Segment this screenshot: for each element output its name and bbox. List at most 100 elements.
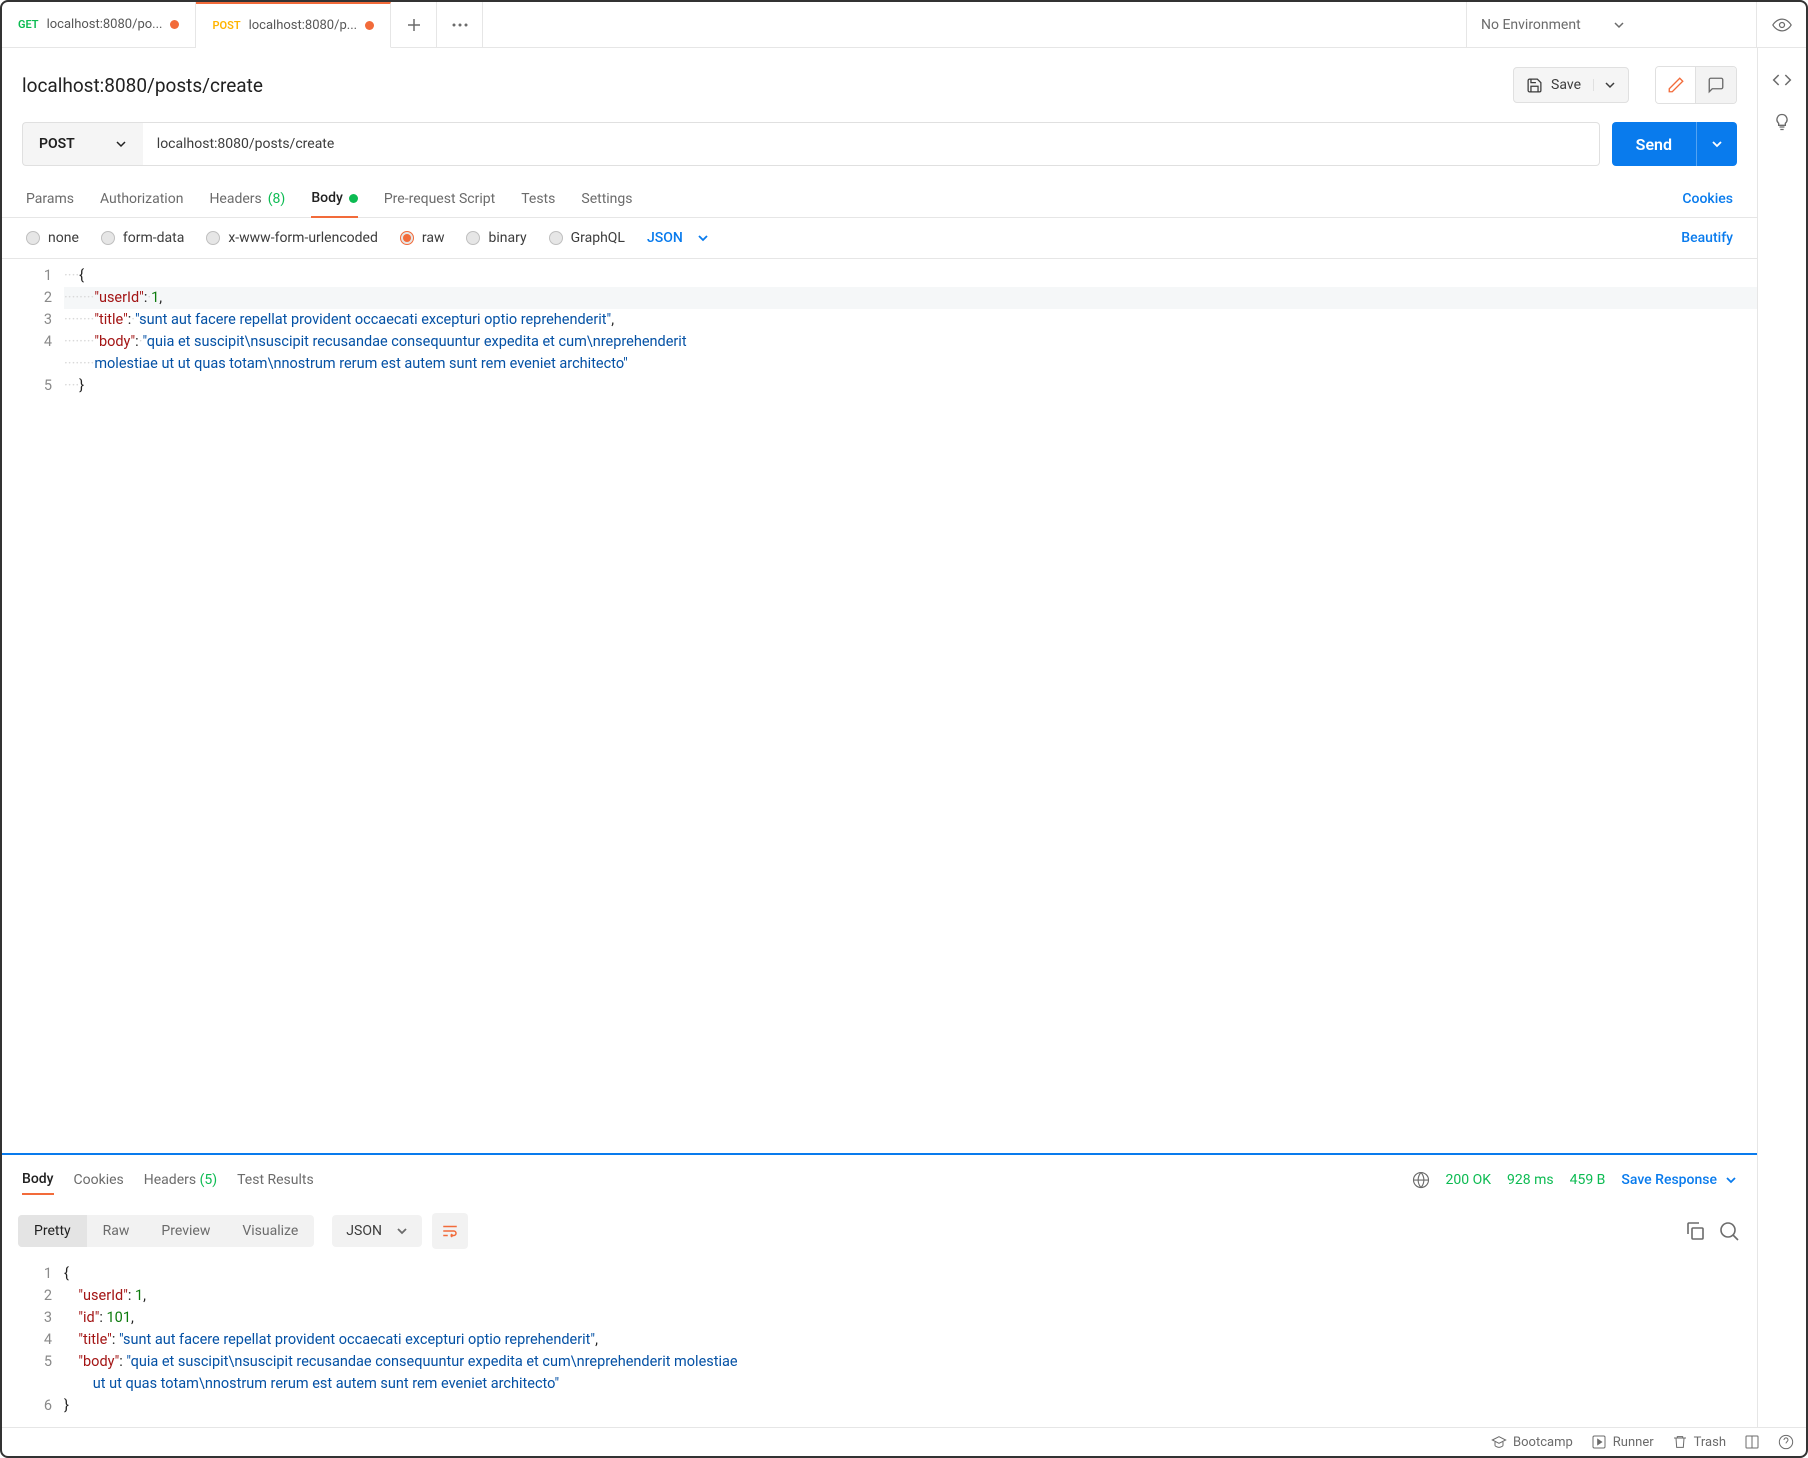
request-tabs: Params Authorization Headers (8) Body Pr… [2, 180, 1757, 218]
chevron-down-icon [1711, 138, 1723, 150]
tab-tests[interactable]: Tests [521, 181, 555, 217]
radio-binary[interactable]: binary [466, 230, 526, 246]
save-button[interactable]: Save [1513, 67, 1629, 103]
save-icon [1526, 77, 1543, 94]
environment-label: No Environment [1481, 17, 1581, 33]
radio-icon [400, 231, 414, 245]
response-headers-count: (5) [200, 1172, 218, 1188]
radio-icon [26, 231, 40, 245]
body-dot-icon [349, 194, 358, 203]
url-value: localhost:8080/posts/create [157, 136, 335, 152]
response-tab-body[interactable]: Body [22, 1165, 54, 1195]
send-caret[interactable] [1696, 122, 1737, 166]
save-caret[interactable] [1593, 79, 1616, 91]
radio-formdata[interactable]: form-data [101, 230, 184, 246]
chevron-down-icon [1604, 79, 1616, 91]
tab-label: localhost:8080/p... [249, 18, 357, 33]
tab-headers[interactable]: Headers (8) [209, 181, 285, 217]
body-language-select[interactable]: JSON [647, 230, 709, 246]
tab-settings[interactable]: Settings [581, 181, 632, 217]
panes-icon [1744, 1434, 1760, 1450]
radio-graphql[interactable]: GraphQL [549, 230, 625, 246]
tab-headers-label: Headers [209, 191, 261, 207]
wrap-lines-button[interactable] [432, 1213, 468, 1249]
quick-look-button[interactable] [1756, 2, 1806, 47]
plus-icon [406, 17, 422, 33]
method-label: POST [39, 136, 75, 152]
new-tab-button[interactable] [391, 2, 437, 47]
runner-button[interactable]: Runner [1591, 1434, 1654, 1450]
panes-button[interactable] [1744, 1434, 1760, 1450]
chevron-down-icon [1725, 1174, 1737, 1186]
response-toolbar: Pretty Raw Preview Visualize JSON [2, 1205, 1757, 1257]
tab-body-label: Body [311, 190, 343, 206]
time-text: 928 ms [1507, 1172, 1554, 1188]
trash-icon [1672, 1434, 1688, 1450]
wrap-icon [441, 1222, 459, 1240]
footer: Bootcamp Runner Trash [2, 1427, 1806, 1456]
request-body-editor[interactable]: 1 2 3 4 5 ····{ ········"userId":·1, ···… [2, 259, 1757, 1153]
tab-params[interactable]: Params [26, 181, 74, 217]
tab-prerequest[interactable]: Pre-request Script [384, 181, 495, 217]
response-tab-cookies[interactable]: Cookies [74, 1166, 124, 1194]
tab-label: localhost:8080/po... [47, 17, 163, 32]
gutter: 1 2 3 4 5 6 [2, 1257, 64, 1427]
graduation-icon [1491, 1434, 1507, 1450]
response-format-select[interactable]: JSON [332, 1215, 422, 1247]
code-icon[interactable] [1772, 70, 1792, 90]
environment-select[interactable]: No Environment [1466, 2, 1756, 47]
view-preview[interactable]: Preview [145, 1215, 226, 1247]
beautify-button[interactable]: Beautify [1681, 230, 1733, 246]
chevron-down-icon [115, 138, 127, 150]
code[interactable]: ····{ ········"userId":·1, ········"titl… [64, 259, 1757, 1153]
tab-get[interactable]: GET localhost:8080/po... [2, 2, 196, 47]
status-text: 200 OK [1446, 1172, 1492, 1188]
send-label: Send [1612, 135, 1696, 154]
chevron-down-icon [1613, 19, 1625, 31]
search-icon[interactable] [1717, 1219, 1741, 1243]
response-meta: 200 OK 928 ms 459 B Save Response [1412, 1171, 1738, 1189]
radio-urlencoded[interactable]: x-www-form-urlencoded [206, 230, 378, 246]
radio-raw[interactable]: raw [400, 230, 445, 246]
method-select[interactable]: POST [22, 122, 143, 166]
modified-dot-icon [365, 21, 374, 30]
response-tab-headers[interactable]: Headers (5) [144, 1166, 217, 1194]
radio-none[interactable]: none [26, 230, 79, 246]
tab-bar: GET localhost:8080/po... POST localhost:… [2, 2, 1806, 48]
response-header: Body Cookies Headers (5) Test Results 20… [2, 1153, 1757, 1205]
tab-post[interactable]: POST localhost:8080/p... [196, 2, 391, 48]
title-actions [1655, 66, 1737, 104]
code[interactable]: { "userId": 1, "id": 101, "title": "sunt… [64, 1257, 1757, 1427]
tab-overflow-button[interactable] [437, 2, 483, 47]
tab-authorization[interactable]: Authorization [100, 181, 183, 217]
edit-button[interactable] [1656, 67, 1696, 103]
dots-icon [452, 23, 468, 27]
comment-button[interactable] [1696, 67, 1736, 103]
response-body-editor[interactable]: 1 2 3 4 5 6 { "userId": 1, "id": 101, "t… [2, 1257, 1757, 1427]
request-title[interactable]: localhost:8080/posts/create [22, 74, 1501, 97]
tab-method: GET [18, 18, 39, 31]
save-label: Save [1551, 77, 1581, 93]
help-icon [1778, 1434, 1794, 1450]
trash-button[interactable]: Trash [1672, 1434, 1726, 1450]
help-button[interactable] [1778, 1434, 1794, 1450]
body-language-label: JSON [647, 230, 683, 246]
globe-icon[interactable] [1412, 1171, 1430, 1189]
chevron-down-icon [396, 1225, 408, 1237]
url-input[interactable]: localhost:8080/posts/create [143, 122, 1600, 166]
play-icon [1591, 1434, 1607, 1450]
save-response-button[interactable]: Save Response [1621, 1172, 1737, 1188]
cookies-link[interactable]: Cookies [1682, 191, 1733, 207]
lightbulb-icon[interactable] [1772, 112, 1792, 132]
tab-body[interactable]: Body [311, 180, 358, 218]
response-tab-tests[interactable]: Test Results [237, 1166, 314, 1194]
size-text: 459 B [1570, 1172, 1606, 1188]
bootcamp-button[interactable]: Bootcamp [1491, 1434, 1573, 1450]
view-raw[interactable]: Raw [87, 1215, 146, 1247]
view-tabs: Pretty Raw Preview Visualize [18, 1215, 314, 1247]
body-type-row: none form-data x-www-form-urlencoded raw… [2, 218, 1757, 259]
view-visualize[interactable]: Visualize [226, 1215, 314, 1247]
send-button[interactable]: Send [1612, 122, 1737, 166]
copy-icon[interactable] [1683, 1219, 1707, 1243]
view-pretty[interactable]: Pretty [18, 1215, 87, 1247]
